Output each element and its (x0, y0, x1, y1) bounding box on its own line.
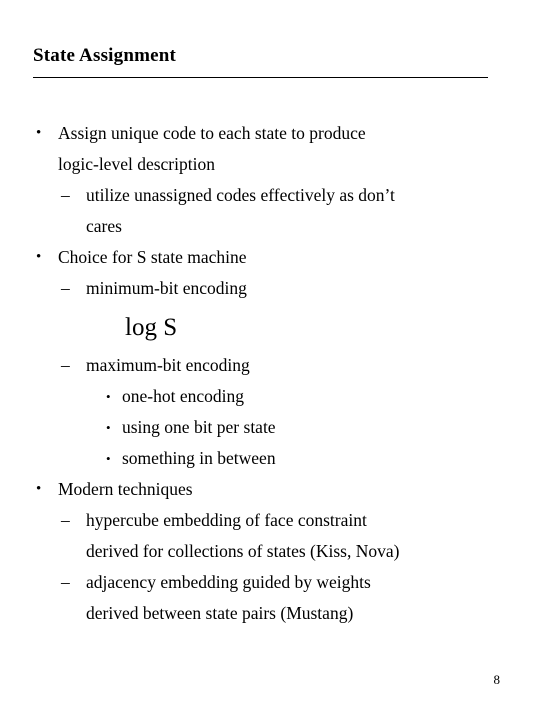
bullet-dash-icon: – (61, 572, 70, 592)
list-item: – adjacency embedding guided by weights (0, 567, 540, 598)
bullet-dash-icon: – (61, 355, 70, 375)
list-item-text: Assign unique code to each state to prod… (58, 123, 366, 143)
page-title: State Assignment (33, 45, 177, 66)
list-item: • something in between (0, 443, 540, 474)
list-item: • Assign unique code to each state to pr… (0, 118, 540, 149)
list-item-text: derived for collections of states (Kiss,… (86, 541, 400, 561)
list-item: – minimum-bit encoding (0, 273, 540, 304)
list-item-text: something in between (122, 448, 276, 468)
list-item-text: minimum-bit encoding (86, 278, 247, 298)
list-item: • Modern techniques (0, 474, 540, 505)
list-item-text: Choice for S state machine (58, 247, 247, 267)
list-item: – utilize unassigned codes effectively a… (0, 180, 540, 211)
bullet-dash-icon: – (61, 510, 70, 530)
list-item-text: utilize unassigned codes effectively as … (86, 185, 395, 205)
list-item-text: logic-level description (58, 154, 215, 174)
bullet-dot-icon: • (36, 249, 42, 265)
slide-canvas: State Assignment • Assign unique code to… (0, 0, 540, 720)
bullet-dash-icon: – (61, 185, 70, 205)
list-item-text: one-hot encoding (122, 386, 244, 406)
page-number: 8 (493, 672, 501, 687)
list-item-text: using one bit per state (122, 417, 276, 437)
list-item: • Choice for S state machine (0, 242, 540, 273)
title-divider (33, 77, 488, 78)
formula-line: log S (0, 304, 540, 350)
bullet-dash-icon: – (61, 278, 70, 298)
list-item-continuation: derived between state pairs (Mustang) (0, 598, 540, 629)
list-item: – hypercube embedding of face constraint (0, 505, 540, 536)
formula-text: log S (125, 314, 178, 341)
list-item-continuation: derived for collections of states (Kiss,… (0, 536, 540, 567)
list-item: – maximum-bit encoding (0, 350, 540, 381)
list-item: • using one bit per state (0, 412, 540, 443)
bullet-dot-icon: • (106, 389, 111, 404)
list-item-text: maximum-bit encoding (86, 355, 250, 375)
list-item-continuation: cares (0, 211, 540, 242)
slide-body: • Assign unique code to each state to pr… (0, 118, 540, 629)
bullet-dot-icon: • (106, 420, 111, 435)
list-item-text: derived between state pairs (Mustang) (86, 603, 354, 623)
list-item-text: adjacency embedding guided by weights (86, 572, 371, 592)
slide-title-block: State Assignment (33, 44, 488, 78)
list-item-continuation: logic-level description (0, 149, 540, 180)
bullet-dot-icon: • (36, 125, 42, 141)
list-item-text: Modern techniques (58, 479, 193, 499)
list-item-text: cares (86, 216, 122, 236)
list-item-text: hypercube embedding of face constraint (86, 510, 367, 530)
list-item: • one-hot encoding (0, 381, 540, 412)
bullet-dot-icon: • (106, 451, 111, 466)
bullet-dot-icon: • (36, 481, 42, 497)
